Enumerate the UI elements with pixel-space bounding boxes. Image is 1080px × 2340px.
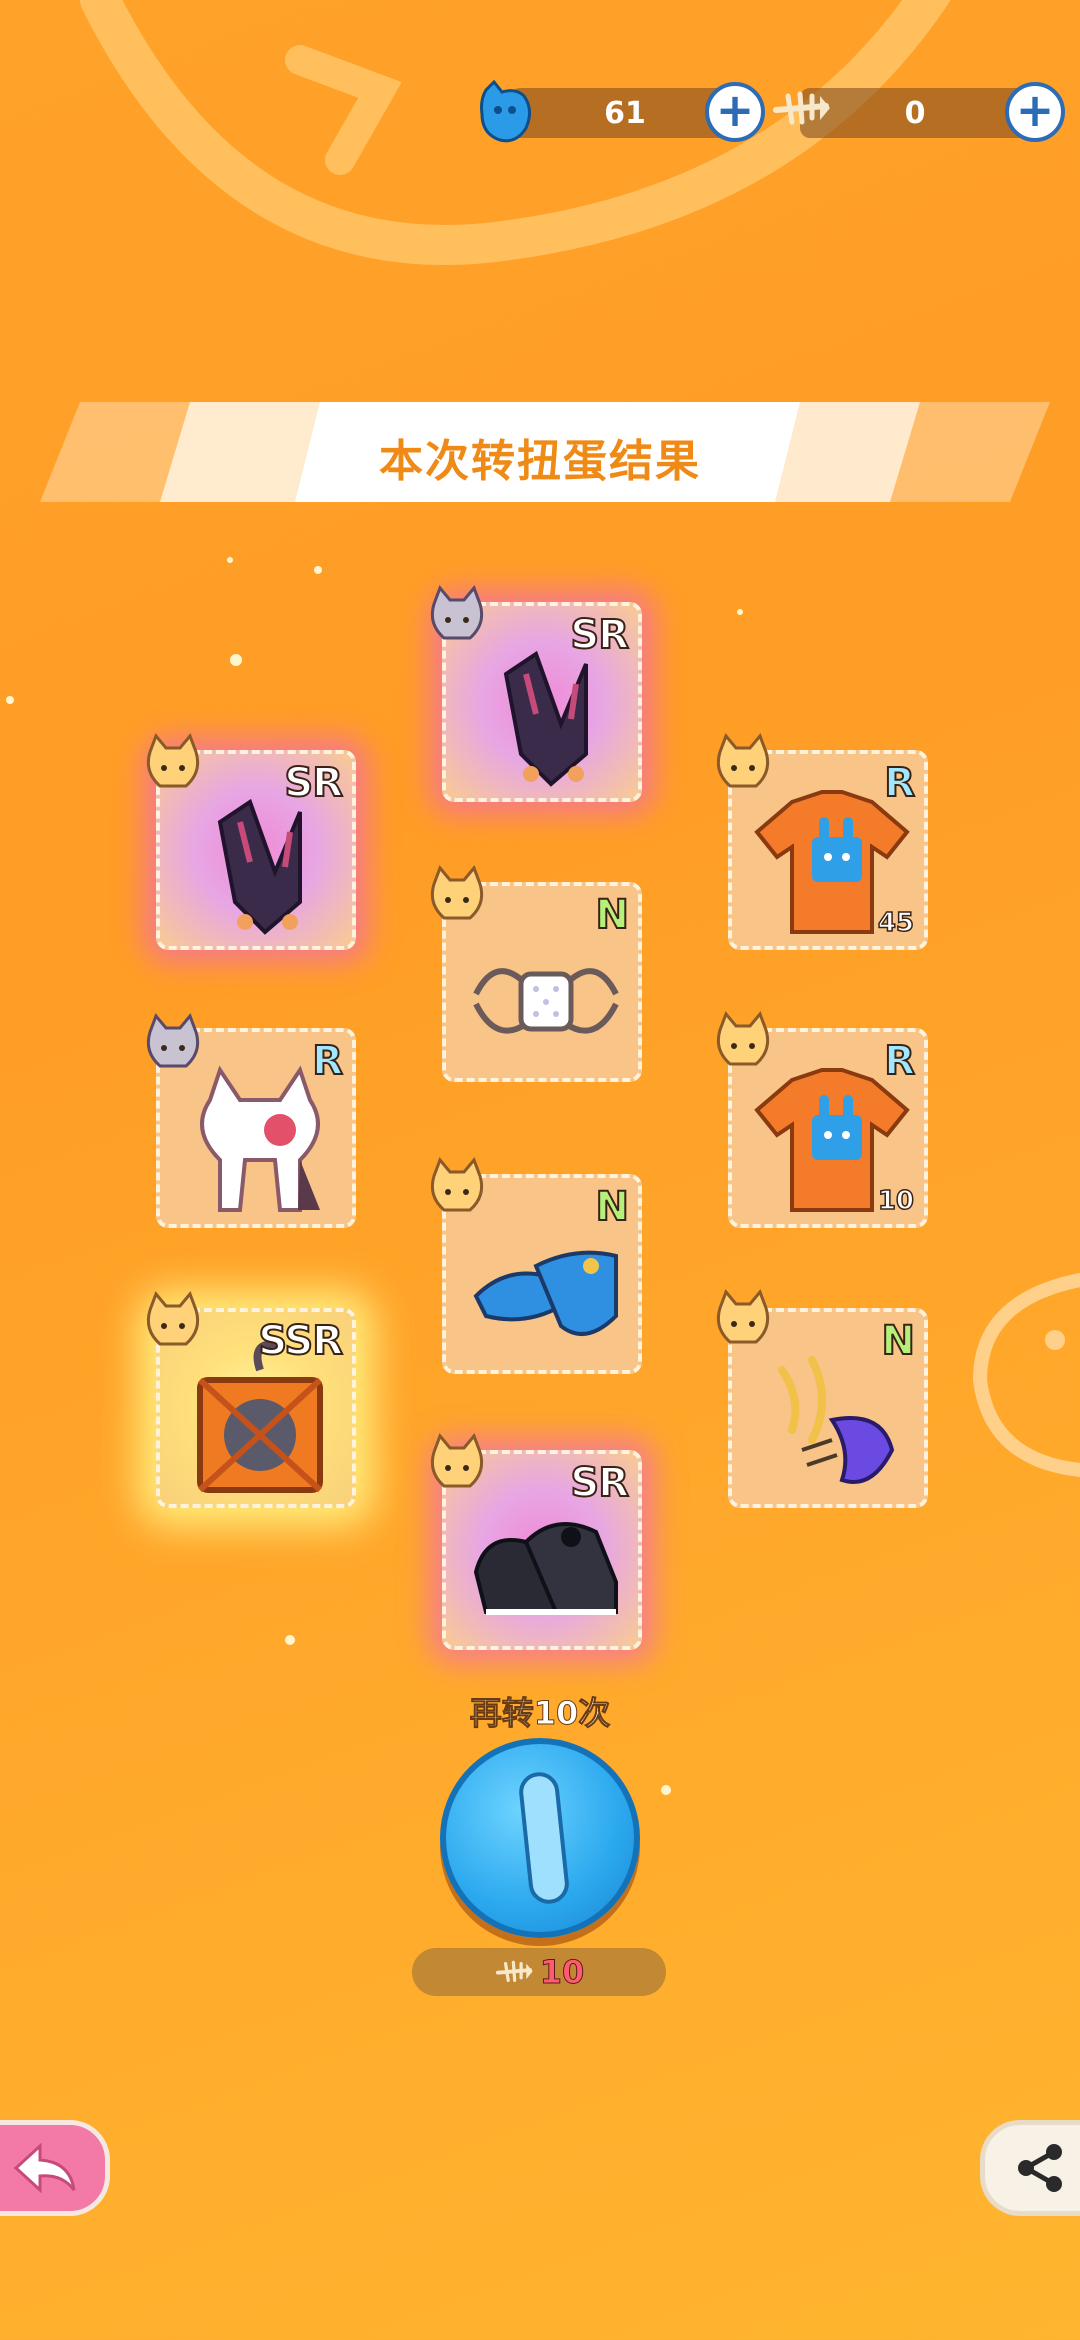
background-fish-outline-right bbox=[972, 1273, 1080, 1477]
rarity-badge: SR bbox=[283, 759, 344, 807]
character-head-icon bbox=[430, 1433, 484, 1488]
rarity-badge: SR bbox=[569, 611, 630, 659]
rarity-badge: SR bbox=[569, 1459, 630, 1507]
rarity-badge: R bbox=[883, 759, 916, 807]
spin-again-label: 再转10次 bbox=[469, 1694, 611, 1733]
share-button[interactable] bbox=[980, 2120, 1080, 2216]
black-cat-ears-headband-icon bbox=[503, 650, 588, 787]
share-icon bbox=[1018, 2144, 1062, 2192]
blue-sandals-icon bbox=[473, 1250, 618, 1336]
rarity-badge: R bbox=[311, 1037, 344, 1085]
fishbone-count: 0 bbox=[904, 95, 926, 131]
character-head-icon bbox=[430, 1157, 484, 1212]
rarity-badge: N bbox=[595, 891, 631, 939]
white-face-mask-icon bbox=[473, 968, 619, 1034]
cat-crate-box-icon bbox=[197, 1340, 323, 1493]
banner-title: 本次转扭蛋结果 bbox=[379, 436, 701, 487]
rarity-badge: R bbox=[883, 1037, 916, 1085]
fishbone-icon bbox=[773, 91, 830, 125]
fish-hair-clips-icon bbox=[778, 1356, 895, 1484]
character-head-icon bbox=[146, 1291, 200, 1346]
white-cat-hood-icon bbox=[200, 1065, 320, 1212]
back-button[interactable] bbox=[0, 2120, 110, 2216]
add-gems-button[interactable]: + bbox=[705, 82, 765, 142]
character-head-icon bbox=[146, 1013, 200, 1068]
add-fishbones-button[interactable]: + bbox=[1005, 82, 1065, 142]
gem-count: 61 bbox=[604, 95, 646, 131]
character-head-icon bbox=[716, 1289, 770, 1344]
fishbone-counter: 0 bbox=[800, 88, 1030, 138]
character-head-icon bbox=[430, 865, 484, 920]
character-head-icon bbox=[146, 733, 200, 788]
rarity-badge: N bbox=[881, 1317, 917, 1365]
spin-cost: 10 bbox=[412, 1948, 666, 1996]
character-head-icon bbox=[716, 1011, 770, 1066]
black-cat-ears-headband-icon bbox=[217, 798, 302, 935]
blue-cat-gem-icon bbox=[480, 80, 531, 143]
character-head-icon bbox=[430, 585, 484, 640]
character-head-icon bbox=[716, 733, 770, 788]
rarity-badge: N bbox=[595, 1183, 631, 1231]
capsule-lever-icon bbox=[519, 1772, 569, 1904]
fishbone-icon bbox=[495, 1960, 533, 1982]
spin-again-button[interactable] bbox=[440, 1738, 640, 1938]
background-fish-outline-top bbox=[80, 0, 951, 265]
item-count: 45 bbox=[877, 907, 915, 939]
item-count: 10 bbox=[877, 1185, 915, 1217]
spin-cost-value: 10 bbox=[539, 1953, 585, 1992]
black-sneakers-icon bbox=[473, 1522, 618, 1615]
back-arrow-icon bbox=[13, 2142, 76, 2194]
rarity-badge: SSR bbox=[257, 1317, 344, 1365]
